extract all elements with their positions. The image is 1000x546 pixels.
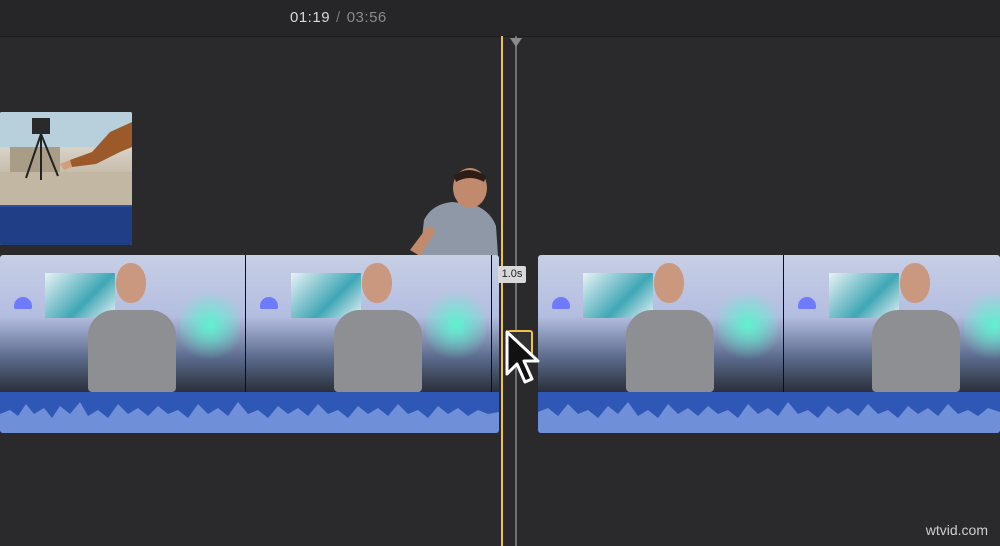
clip-thumbnail xyxy=(784,255,1000,392)
audio-waveform xyxy=(538,392,1000,433)
playhead[interactable] xyxy=(501,36,503,546)
cutaway-audio-bar xyxy=(0,205,132,245)
transition-duration-badge[interactable]: 1.0s xyxy=(498,266,526,283)
pointer-cursor-icon xyxy=(505,330,541,389)
clip-thumbnail xyxy=(0,255,246,392)
audio-waveform xyxy=(0,392,499,433)
timeline-toolbar: 01:19 / 03:56 xyxy=(0,0,1000,37)
primary-clip-left[interactable] xyxy=(0,255,499,433)
watermark: wtvid.com xyxy=(925,522,988,538)
current-time: 01:19 xyxy=(290,9,331,26)
cutaway-clip[interactable] xyxy=(0,112,132,245)
skimmer-line[interactable] xyxy=(515,36,517,546)
clip-filmstrip xyxy=(538,255,1000,392)
clip-thumbnail xyxy=(246,255,492,392)
total-duration: 03:56 xyxy=(346,9,387,26)
primary-clip-right[interactable] xyxy=(538,255,1000,433)
timecode-display: 01:19 / 03:56 xyxy=(290,9,387,26)
overlay-person-image xyxy=(410,168,500,256)
skimmer-head-icon[interactable] xyxy=(510,38,522,47)
cutaway-thumbnail xyxy=(0,112,132,205)
timecode-separator: / xyxy=(336,9,341,26)
clip-thumbnail xyxy=(538,255,784,392)
clip-filmstrip xyxy=(0,255,499,392)
